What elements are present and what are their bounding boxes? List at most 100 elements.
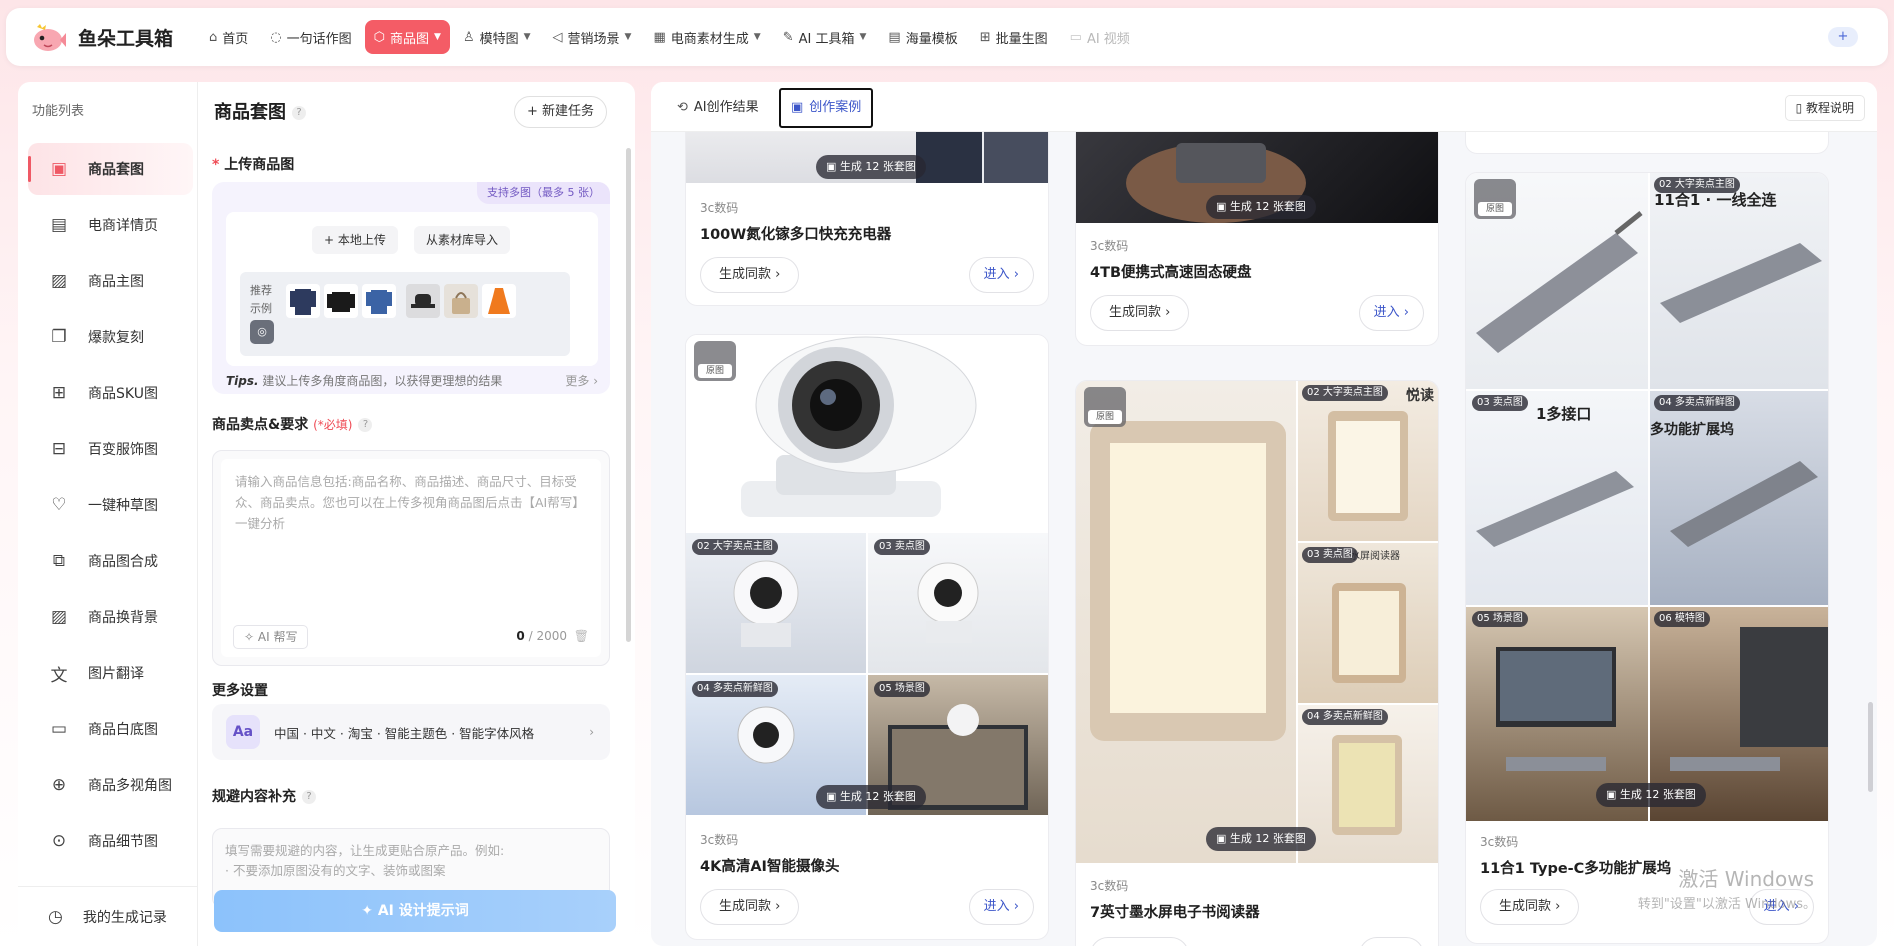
chevron-down-icon: ▼ bbox=[434, 32, 441, 42]
sidebar-item-background[interactable]: ▨ 商品换背景 bbox=[28, 591, 193, 643]
nav-ai-toolbox[interactable]: ✎ AI 工具箱 ▼ bbox=[774, 20, 876, 54]
ai-help-button[interactable]: ✧ AI 帮写 bbox=[233, 625, 309, 649]
textarea-inner[interactable]: 请输入商品信息包括:商品名称、商品描述、商品尺寸、目标受众、商品卖点。您也可以在… bbox=[221, 459, 601, 657]
generated-count-badge: ▣ 生成 12 张套图 bbox=[1206, 827, 1316, 851]
eye-off-icon[interactable]: ◎ bbox=[250, 320, 274, 344]
help-icon[interactable]: ? bbox=[358, 418, 373, 432]
tips-body: 建议上传多角度商品图，以获得更理想的结果 bbox=[262, 374, 503, 388]
example-thumb-hat[interactable] bbox=[406, 284, 440, 318]
tab-creation-cases[interactable]: ▣ 创作案例 bbox=[779, 88, 874, 128]
trash-icon[interactable]: 🗑 bbox=[574, 629, 589, 643]
nav-batch[interactable]: ⊞ 批量生图 bbox=[971, 20, 1057, 54]
style-settings-row[interactable]: Aa 中国 · 中文 · 淘宝 · 智能主题色 · 智能字体风格 › bbox=[212, 704, 610, 760]
case-card-camera[interactable]: 原图 02 大字卖点主图 03 卖点图 04 多卖点新鲜图 05 场景图 ▣ 生… bbox=[685, 334, 1049, 940]
sidebar-item-apparel[interactable]: ⊟ 百变服饰图 bbox=[28, 423, 193, 475]
sidebar-item-detail-page[interactable]: ▤ 电商详情页 bbox=[28, 199, 193, 251]
enter-button[interactable]: 进入 › bbox=[1358, 937, 1424, 946]
example-thumb-denim[interactable] bbox=[362, 284, 396, 318]
nav-ai-video[interactable]: ▭ AI 视频 bbox=[1061, 20, 1139, 54]
local-upload-button[interactable]: + 本地上传 bbox=[312, 226, 398, 254]
sidebar-item-label: 商品多视角图 bbox=[88, 778, 172, 794]
image-type-tag: 02 大字卖点主图 bbox=[692, 539, 778, 555]
nav-one-sentence[interactable]: ◌ 一句话作图 bbox=[261, 20, 360, 54]
nav-batch-label: 批量生图 bbox=[995, 31, 1048, 47]
generate-same-button[interactable]: 生成同款 › bbox=[1480, 889, 1580, 925]
app-logo[interactable]: 鱼朵工具箱 bbox=[32, 23, 200, 51]
hub-variant-2: 11合1 · 一线全连 bbox=[1650, 173, 1828, 389]
batch-icon: ⊞ bbox=[979, 29, 991, 45]
enter-button[interactable]: 进入 › bbox=[968, 257, 1034, 293]
clock-icon: ◷ bbox=[48, 906, 63, 927]
generate-same-button[interactable]: 生成同款 › bbox=[700, 257, 800, 293]
case-card-charger[interactable]: ▣ 生成 12 张套图 3c数码 100W氮化镓多口快充充电器 生成同款 › 进… bbox=[685, 132, 1049, 306]
sku-grid-icon: ⊞ bbox=[51, 383, 67, 403]
nav-product-image[interactable]: ⬡ 商品图 ▼ bbox=[364, 20, 450, 54]
sidebar-item-multiview[interactable]: ⊕ 商品多视角图 bbox=[28, 759, 193, 811]
form-scrollbar[interactable] bbox=[626, 148, 631, 642]
generated-count-badge: ▣ 生成 12 张套图 bbox=[816, 785, 926, 809]
card-title: 4TB便携式高速固态硬盘 bbox=[1090, 265, 1252, 281]
sidebar-item-sku[interactable]: ⊞ 商品SKU图 bbox=[28, 367, 193, 419]
nav-model-image[interactable]: ♙ 模特图 ▼ bbox=[454, 20, 540, 54]
sidebar-item-detail[interactable]: ⊙ 商品细节图 bbox=[28, 815, 193, 867]
selling-points-textarea[interactable]: 请输入商品信息包括:商品名称、商品描述、商品尺寸、目标受众、商品卖点。您也可以在… bbox=[212, 450, 610, 666]
case-card-usb-hub[interactable]: 原图 11合1 · 一线全连 1多接口 多功能扩展坞 02 大字卖点主图 03 … bbox=[1465, 172, 1829, 944]
example-thumb-bag[interactable] bbox=[444, 284, 478, 318]
tutorial-button[interactable]: ▯ 教程说明 bbox=[1784, 95, 1865, 121]
enter-button[interactable]: 进入 › bbox=[1358, 295, 1424, 331]
sidebar-item-white-bg[interactable]: ▭ 商品白底图 bbox=[28, 703, 193, 755]
library-import-button[interactable]: 从素材库导入 bbox=[414, 226, 511, 254]
upload-dropzone[interactable]: 支持多图（最多 5 张） + 本地上传 从素材库导入 推荐示例 ◎ Tips. … bbox=[212, 182, 610, 394]
example-thumb-shirt[interactable] bbox=[286, 284, 320, 318]
original-image-tag: 原图 bbox=[1474, 179, 1516, 219]
sidebar-item-replicate[interactable]: ❐ 爆款复刻 bbox=[28, 311, 193, 363]
nav-ecommerce-assets[interactable]: ▦ 电商素材生成 ▼ bbox=[644, 20, 769, 54]
generate-same-button[interactable]: 生成同款 › bbox=[1090, 295, 1190, 331]
generate-same-button[interactable]: 生成同款 › bbox=[1090, 937, 1190, 946]
video-icon: ▭ bbox=[1069, 29, 1082, 45]
nav-templates[interactable]: ▤ 海量模板 bbox=[879, 20, 966, 54]
windows-activation-watermark: 激活 Windows bbox=[1678, 867, 1814, 891]
nav-home[interactable]: ⌂ 首页 bbox=[200, 20, 257, 54]
nav-marketing[interactable]: ◁ 营销场景 ▼ bbox=[544, 20, 641, 54]
help-icon[interactable]: ? bbox=[302, 790, 316, 804]
zoom-icon: ⊙ bbox=[51, 831, 67, 851]
char-count: 0 bbox=[516, 629, 525, 643]
original-image-tag: 原图 bbox=[1084, 387, 1126, 427]
example-thumb-jacket[interactable] bbox=[324, 284, 358, 318]
badge-text: 生成 12 张套图 bbox=[1229, 832, 1306, 845]
case-card-previous[interactable] bbox=[1465, 132, 1829, 154]
enter-button[interactable]: 进入 › bbox=[968, 889, 1034, 925]
picture-icon: ▨ bbox=[50, 271, 68, 291]
sidebar-item-composite[interactable]: ⧉ 商品图合成 bbox=[28, 535, 193, 587]
add-button[interactable]: + bbox=[1828, 27, 1858, 47]
chevron-down-icon: ▼ bbox=[859, 32, 867, 42]
char-max: / 2000 bbox=[528, 629, 567, 643]
new-task-button[interactable]: + 新建任务 bbox=[513, 96, 607, 128]
sidebar-item-seeding[interactable]: ♡ 一键种草图 bbox=[28, 479, 193, 531]
tab-ai-results[interactable]: ⟲ AI创作结果 bbox=[667, 88, 769, 128]
megaphone-icon: ◁ bbox=[552, 29, 563, 45]
tips-prefix: Tips. bbox=[226, 374, 259, 388]
case-card-ssd[interactable]: ▣ 生成 12 张套图 3c数码 4TB便携式高速固态硬盘 生成同款 › 进入 … bbox=[1075, 132, 1439, 346]
case-card-ereader[interactable]: 原图 悦读 水屏阅读器 02 大字卖点主图 03 卖点图 04 多卖点新鲜图 ▣… bbox=[1075, 380, 1439, 946]
sidebar-history[interactable]: ◷ 我的生成记录 bbox=[18, 886, 198, 946]
generate-same-button[interactable]: 生成同款 › bbox=[700, 889, 800, 925]
help-icon[interactable]: ? bbox=[292, 106, 306, 120]
ai-design-prompt-button[interactable]: ✦ AI 设计提示词 bbox=[214, 890, 616, 932]
example-thumb-dress[interactable] bbox=[482, 284, 516, 318]
more-settings-label: 更多设置 bbox=[212, 683, 268, 699]
sidebar-item-main-image[interactable]: ▨ 商品主图 bbox=[28, 255, 193, 307]
card-category: 3c数码 bbox=[700, 201, 739, 215]
sidebar-item-translate[interactable]: 文 图片翻译 bbox=[28, 647, 193, 699]
grid-icon: ▦ bbox=[653, 29, 666, 45]
image-type-tag: 04 多卖点新鲜图 bbox=[1302, 709, 1388, 725]
overlay-headline: 多功能扩展坞 bbox=[1650, 422, 1734, 438]
gallery-scrollbar[interactable] bbox=[1868, 702, 1873, 792]
sidebar-item-label: 商品换背景 bbox=[88, 610, 158, 626]
sidebar-item-product-set[interactable]: ▣ 商品套图 bbox=[28, 143, 193, 195]
image-type-tag: 03 卖点图 bbox=[1472, 395, 1528, 411]
image-type-tag: 03 卖点图 bbox=[1302, 547, 1358, 563]
tips-more-link[interactable]: 更多 › bbox=[565, 372, 598, 389]
card-title: 7英寸墨水屏电子书阅读器 bbox=[1090, 905, 1260, 921]
